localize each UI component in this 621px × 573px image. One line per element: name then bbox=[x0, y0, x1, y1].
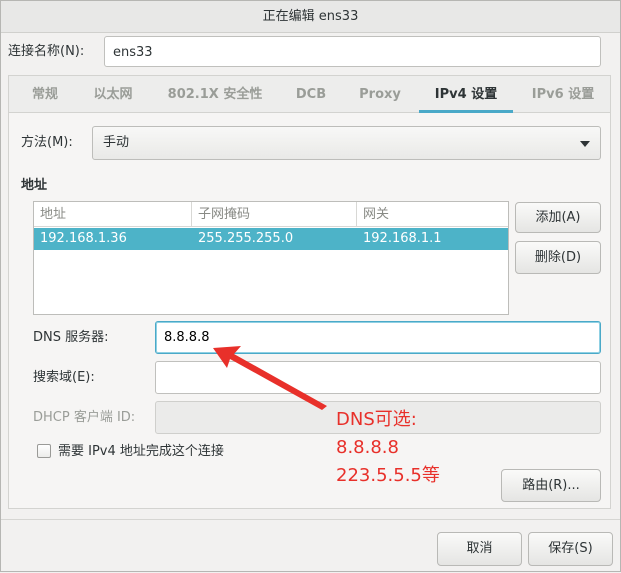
cancel-button[interactable]: 取消 bbox=[437, 532, 522, 566]
save-button[interactable]: 保存(S) bbox=[528, 532, 613, 566]
edit-connection-window: 正在编辑 ens33 连接名称(N): ens33 常规 以太网 802.1X … bbox=[0, 0, 621, 572]
annotation-arrow-icon bbox=[213, 346, 327, 410]
arrow-shape bbox=[213, 346, 327, 410]
footer-separator bbox=[1, 519, 620, 520]
